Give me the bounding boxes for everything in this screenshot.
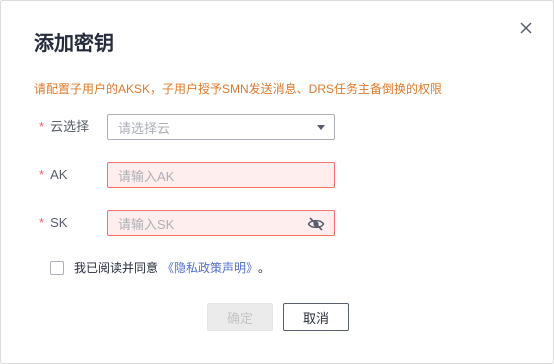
agree-text: 我已阅读并同意 <box>74 261 159 275</box>
permission-notice: 请配置子用户的AKSK，子用户授予SMN发送消息、DRS任务主备倒换的权限 <box>34 82 443 96</box>
required-mark: * <box>39 215 45 230</box>
sk-label: * SK <box>39 215 68 230</box>
cloud-select-label: * 云选择 <box>39 119 90 134</box>
confirm-button[interactable]: 确定 <box>207 303 273 331</box>
sk-input[interactable]: 请输入SK <box>107 210 335 236</box>
privacy-agreement: 我已阅读并同意 《隐私政策声明》 。 <box>50 259 270 276</box>
cloud-select-placeholder: 请选择云 <box>118 120 171 136</box>
cancel-button[interactable]: 取消 <box>283 303 349 331</box>
required-mark: * <box>39 167 45 182</box>
ak-label: * AK <box>39 167 68 182</box>
privacy-policy-link[interactable]: 《隐私政策声明》 <box>162 259 258 276</box>
add-key-dialog: 添加密钥 请配置子用户的AKSK，子用户授予SMN发送消息、DRS任务主备倒换的… <box>0 0 554 364</box>
cloud-select[interactable]: 请选择云 <box>107 114 335 140</box>
required-mark: * <box>39 119 45 134</box>
ak-input-placeholder: 请输入AK <box>118 168 175 184</box>
sk-input-placeholder: 请输入SK <box>118 216 175 232</box>
eye-slash-icon[interactable] <box>307 216 325 232</box>
dialog-title: 添加密钥 <box>34 33 114 55</box>
agree-checkbox[interactable] <box>50 260 64 275</box>
agree-suffix: 。 <box>258 261 271 275</box>
close-icon[interactable] <box>517 19 535 37</box>
chevron-down-icon <box>317 125 325 130</box>
ak-input[interactable]: 请输入AK <box>107 162 335 188</box>
